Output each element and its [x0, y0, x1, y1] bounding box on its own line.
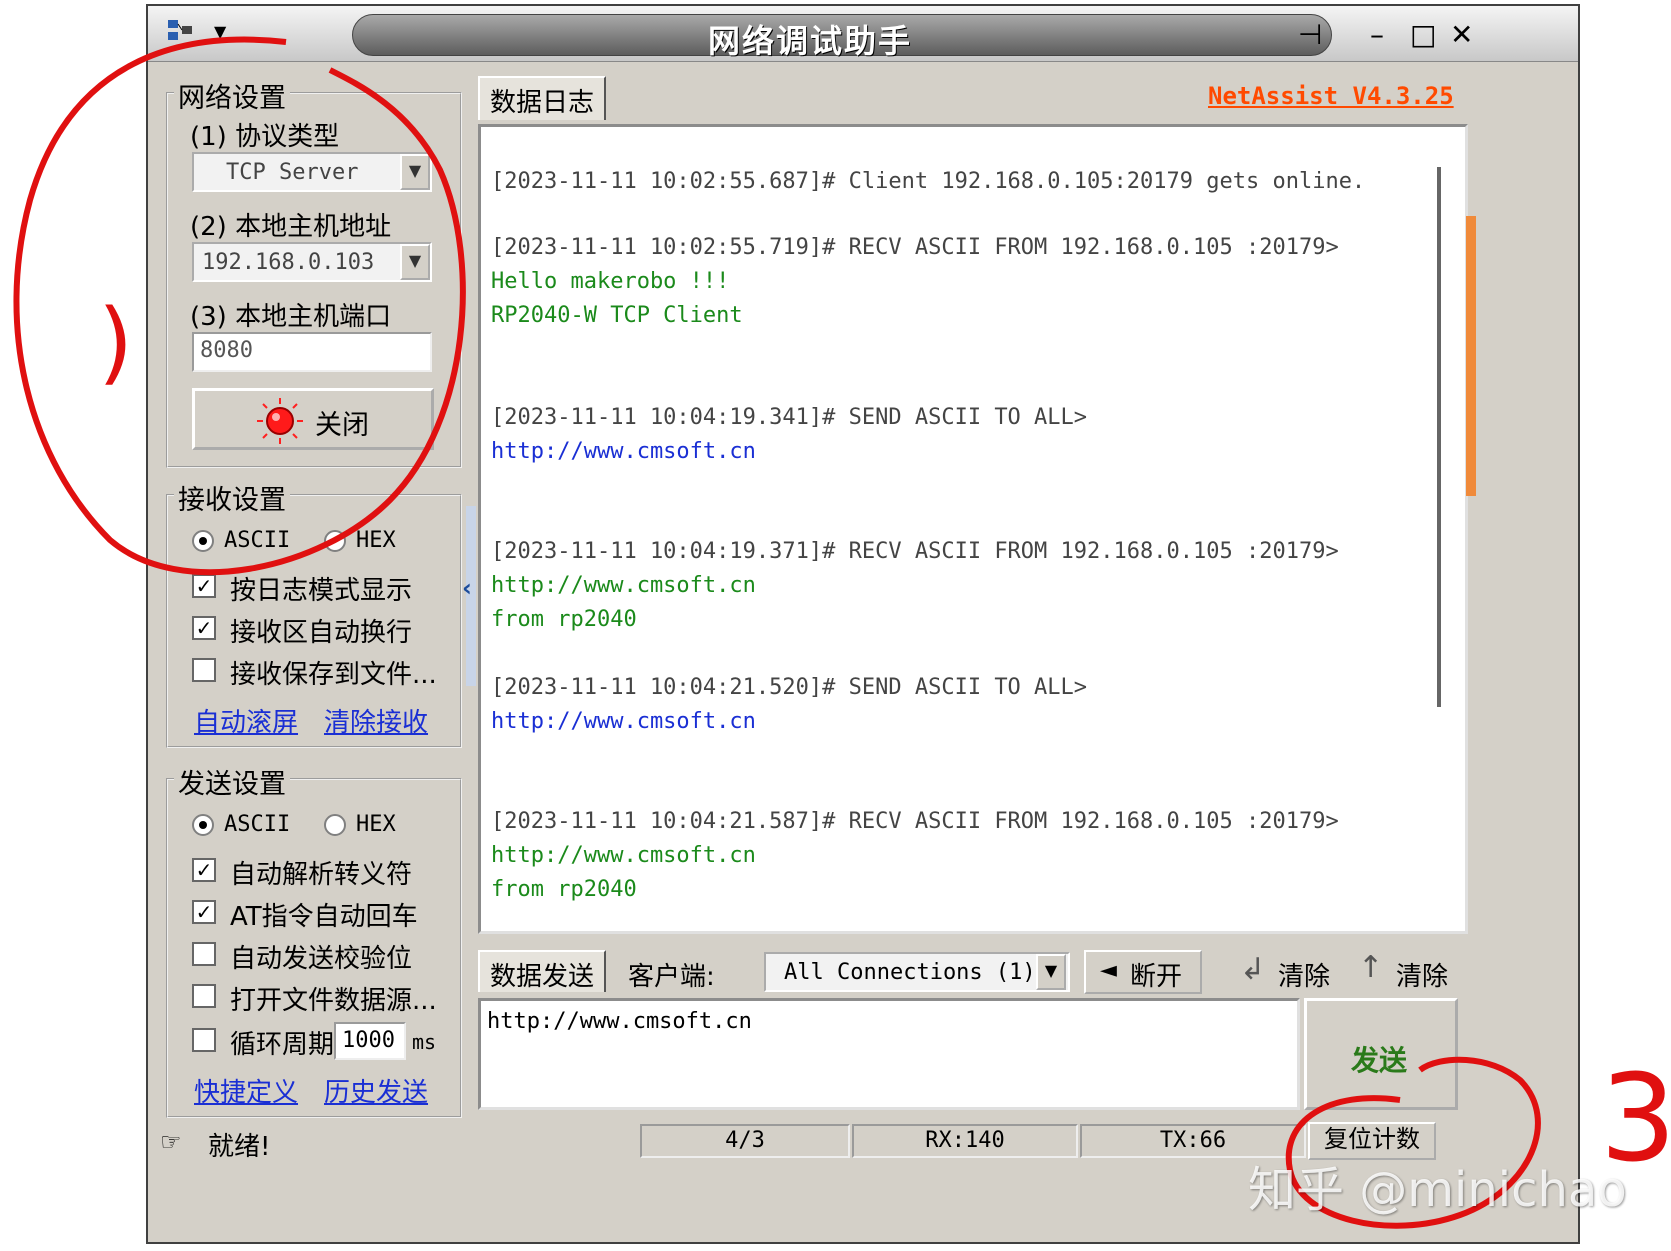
annotation-1: ) — [98, 290, 134, 395]
red-annotation-layer — [13, 36, 1541, 1229]
red-circle-network — [13, 36, 466, 576]
watermark: 知乎 @minichao — [1248, 1162, 1627, 1218]
